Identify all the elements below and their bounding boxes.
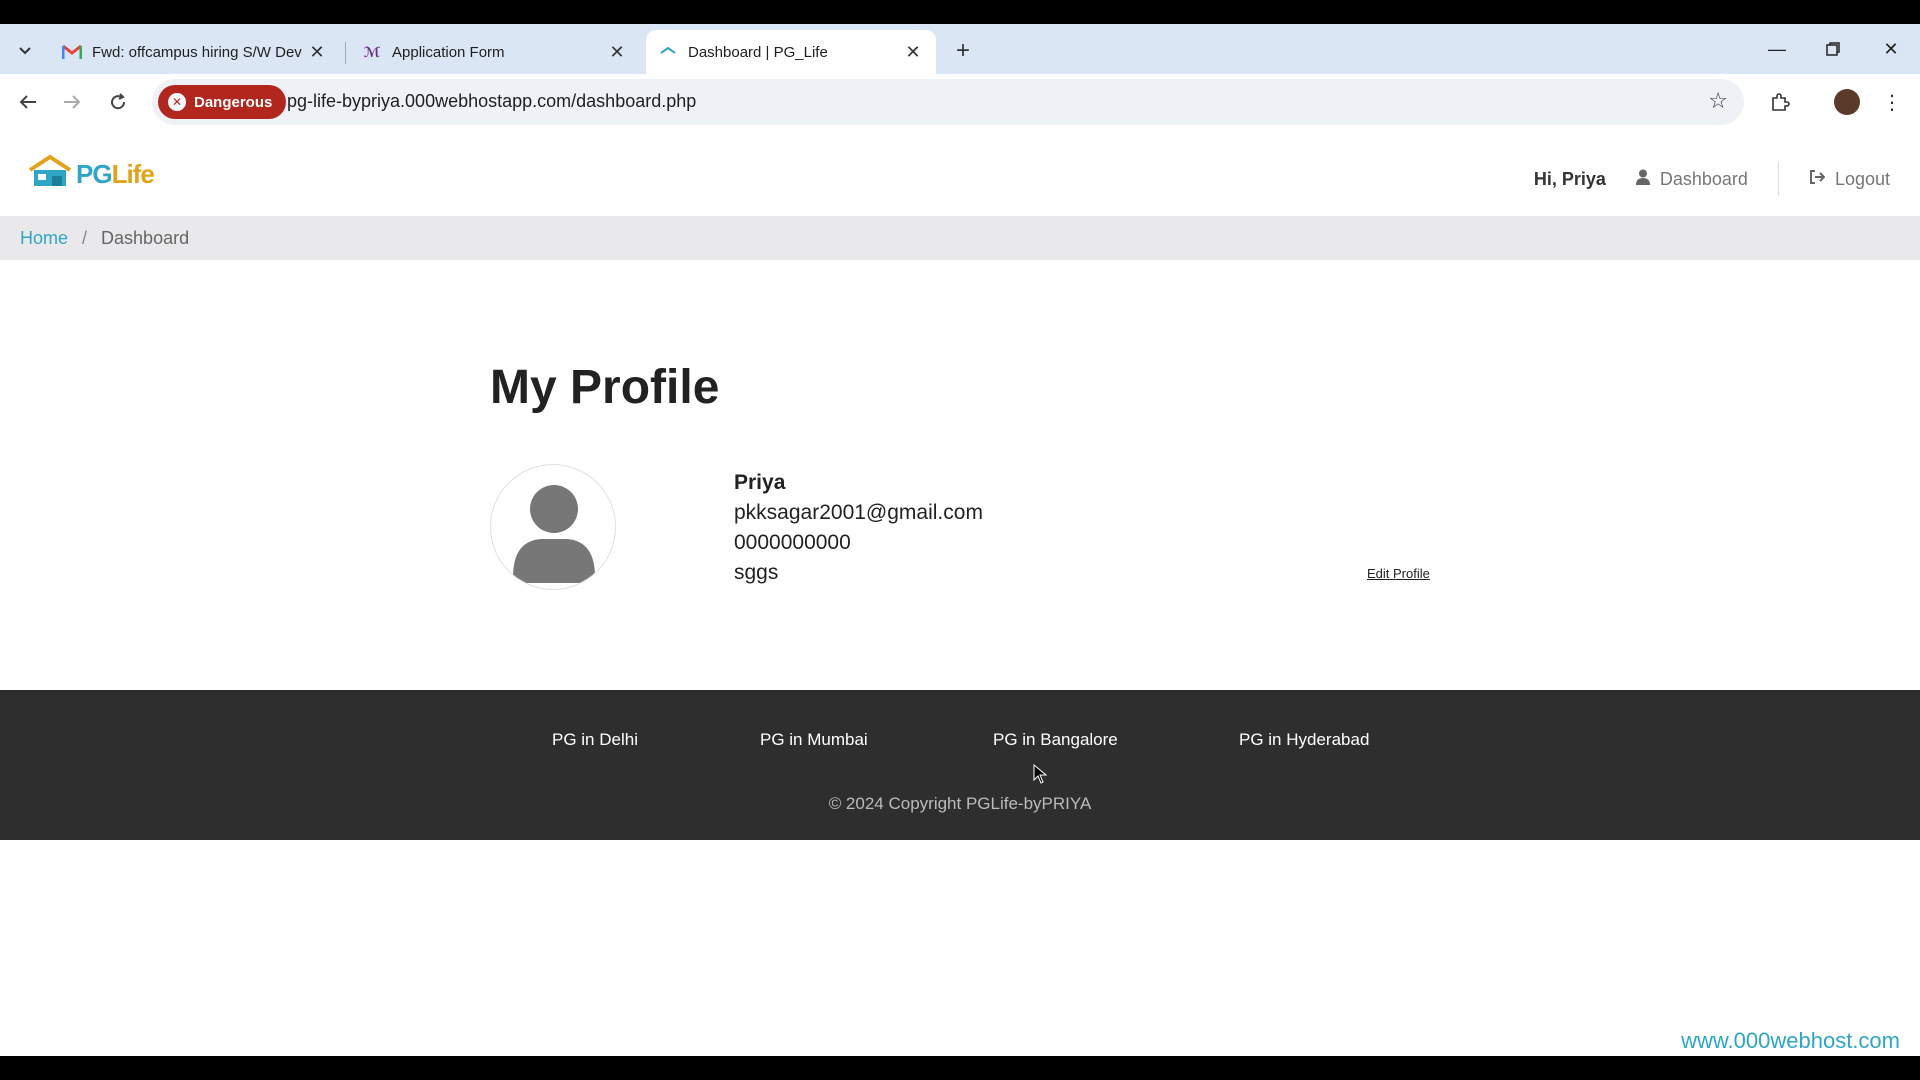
chevron-down-icon: [19, 47, 31, 55]
screen: Fwd: offcampus hiring S/W Dev ✕ ℳ Applic…: [0, 0, 1920, 1080]
reload-button[interactable]: [100, 84, 136, 120]
restore-icon: [1826, 42, 1840, 56]
tab-application-form[interactable]: ℳ Application Form ✕: [350, 30, 640, 74]
profile-details: Priya pkksagar2001@gmail.com 0000000000 …: [734, 468, 983, 588]
tab-title: Dashboard | PG_Life: [688, 43, 828, 61]
footer-link-bangalore[interactable]: PG in Bangalore: [993, 730, 1118, 750]
profile-email: pkksagar2001@gmail.com: [734, 501, 983, 524]
breadcrumb-separator: /: [82, 227, 88, 248]
profile-avatar: [490, 464, 616, 590]
browser-chrome: Fwd: offcampus hiring S/W Dev ✕ ℳ Applic…: [0, 24, 1920, 132]
profile-name: Priya: [734, 471, 786, 494]
tab-search-button[interactable]: [8, 34, 42, 68]
close-icon[interactable]: ✕: [606, 41, 628, 63]
logo-text: PGLife: [76, 159, 155, 189]
sign-out-icon: [1809, 169, 1826, 189]
tab-divider: [345, 42, 346, 64]
form-icon: ℳ: [363, 43, 381, 60]
profile-button[interactable]: [1829, 84, 1865, 120]
dashboard-link[interactable]: Dashboard: [1635, 168, 1748, 190]
header-divider: [1777, 162, 1779, 196]
puzzle-icon: [1772, 93, 1790, 111]
close-window-button[interactable]: ✕: [1866, 32, 1916, 66]
new-tab-button[interactable]: +: [948, 36, 978, 66]
gmail-icon: [62, 42, 82, 62]
house-logo-icon: [28, 154, 72, 190]
close-icon[interactable]: ✕: [306, 41, 328, 63]
security-warning-chip[interactable]: ✕ Dangerous: [158, 85, 287, 119]
breadcrumb: Home / Dashboard: [0, 216, 1920, 260]
url-text[interactable]: pg-life-bypriya.000webhostapp.com/dashbo…: [287, 91, 696, 112]
pglife-logo[interactable]: PGLife: [28, 154, 155, 190]
security-chip-label: Dangerous: [194, 93, 273, 111]
user-silhouette-icon: [513, 485, 595, 583]
host-watermark[interactable]: www.000webhost.com: [1681, 1028, 1900, 1054]
bookmark-star-icon[interactable]: ☆: [1708, 88, 1728, 114]
dashboard-link-label: Dashboard: [1659, 168, 1748, 189]
site-header: PGLife Hi, Priya Dashboard Logout: [0, 132, 1920, 216]
footer-link-delhi[interactable]: PG in Delhi: [552, 730, 638, 750]
forward-button[interactable]: [54, 84, 90, 120]
web-page: PGLife Hi, Priya Dashboard Logout Home /…: [0, 132, 1920, 1056]
pglife-icon: [658, 42, 678, 62]
breadcrumb-home-link[interactable]: Home: [20, 228, 68, 249]
edit-profile-link[interactable]: Edit Profile: [1367, 566, 1430, 581]
arrow-left-icon: [19, 95, 36, 109]
extensions-button[interactable]: [1762, 84, 1798, 120]
footer-link-mumbai[interactable]: PG in Mumbai: [760, 730, 868, 750]
copyright-text: © 2024 Copyright PGLife-byPRIYA: [828, 794, 1092, 813]
tab-gmail[interactable]: Fwd: offcampus hiring S/W Dev ✕: [50, 30, 340, 74]
header-nav: Hi, Priya Dashboard Logout: [1534, 162, 1890, 196]
arrow-right-icon: [64, 95, 81, 109]
tab-dashboard[interactable]: Dashboard | PG_Life ✕: [646, 30, 936, 74]
minimize-button[interactable]: —: [1752, 32, 1802, 66]
logout-link[interactable]: Logout: [1809, 169, 1890, 190]
site-footer: PG in Delhi PG in Mumbai PG in Bangalore…: [0, 690, 1920, 840]
tab-title: Application Form: [392, 43, 505, 61]
user-icon: [1635, 169, 1650, 190]
reload-icon: [111, 93, 126, 110]
restore-button[interactable]: [1808, 32, 1858, 66]
profile-phone: 0000000000: [734, 531, 851, 554]
profile-college: sggs: [734, 561, 779, 584]
browser-toolbar: ✕ Dangerous pg-life-bypriya.000webhostap…: [0, 74, 1920, 132]
tab-title: Fwd: offcampus hiring S/W Dev: [92, 43, 302, 61]
menu-button[interactable]: ⋮: [1874, 84, 1910, 120]
address-bar[interactable]: ✕ Dangerous pg-life-bypriya.000webhostap…: [152, 79, 1744, 125]
more-vert-icon: ⋮: [1882, 91, 1902, 114]
page-title: My Profile: [490, 361, 720, 414]
user-avatar-icon: [1834, 89, 1860, 115]
tab-strip: Fwd: offcampus hiring S/W Dev ✕ ℳ Applic…: [0, 24, 1920, 74]
user-greeting: Hi, Priya: [1533, 168, 1606, 189]
footer-link-hyderabad[interactable]: PG in Hyderabad: [1239, 730, 1369, 750]
breadcrumb-current: Dashboard: [101, 227, 190, 248]
error-icon: ✕: [168, 93, 186, 111]
back-button[interactable]: [10, 84, 46, 120]
cursor-arrow-icon: [1033, 763, 1048, 784]
close-icon[interactable]: ✕: [902, 41, 924, 63]
logout-link-label: Logout: [1834, 168, 1890, 189]
